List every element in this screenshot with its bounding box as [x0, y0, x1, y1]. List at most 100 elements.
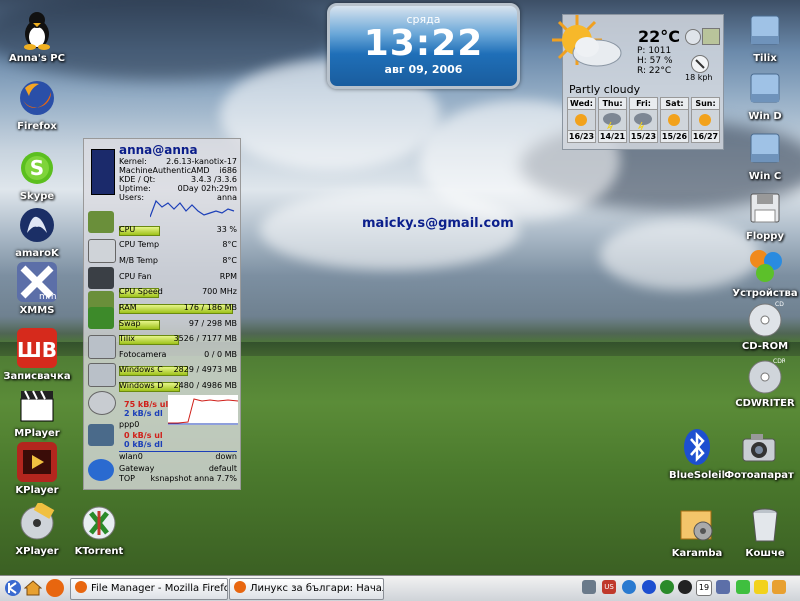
icon-label: Win D — [748, 111, 782, 122]
network-icon[interactable] — [582, 580, 596, 594]
desktop-icon-cdrom[interactable]: CD CD-ROM — [728, 298, 800, 352]
forecast-row: Wed: 16/23 Thu: 14/21 Fri: 15/23 Sat: 15… — [567, 97, 720, 143]
bluetooth-icon[interactable] — [642, 580, 656, 594]
desktop-icon-ktorrent[interactable]: KTorrent — [62, 503, 136, 557]
icon-label: MPlayer — [14, 428, 60, 439]
row-name: CPU Temp — [119, 240, 160, 249]
system-monitor-widget: anna@anna Kernel: 2.6.13-kanotix-17 Machi… — [83, 138, 241, 490]
sysmon-row-mb-temp: M/B Temp 8°C — [119, 256, 237, 267]
xmms-icon: mms — [17, 262, 62, 302]
desktop-icon-trash[interactable]: Кошче — [728, 505, 800, 559]
desktop-icon-amarok[interactable]: amaroK — [0, 205, 74, 259]
firefox-launcher-icon[interactable] — [46, 579, 64, 597]
network-card-icon — [88, 424, 114, 446]
keyboard-layout-indicator[interactable]: US — [602, 580, 616, 594]
weather-temp: 22°C — [638, 27, 681, 46]
sysmon-info-row: Uptime: 0Day 02h:29m — [119, 184, 237, 193]
kernel-label: Kernel: — [119, 157, 147, 166]
globe-icon — [88, 459, 114, 481]
taskbar-task[interactable]: Линукс за българи: Начало - Mozilla Fire… — [229, 578, 384, 600]
desktop-icon-tilix[interactable]: Tilix — [728, 10, 800, 64]
kde-menu-icon[interactable] — [4, 579, 22, 597]
desktop-icon-kplayer[interactable]: KPlayer — [0, 442, 74, 496]
row-value: RPM — [219, 272, 237, 281]
desktop-icon-win-d[interactable]: Win D — [728, 68, 800, 122]
weather-wind: 18 kph — [685, 73, 713, 82]
hard-drive-icon — [745, 10, 785, 50]
storm-icon — [629, 110, 658, 131]
desktop-icon-firefox[interactable]: Firefox — [0, 78, 74, 132]
trash-icon — [745, 505, 785, 545]
thermometer-icon — [88, 239, 116, 263]
desktop-icon-cdwriter[interactable]: CDR CDWRITER — [728, 355, 800, 409]
taskbar: File Manager - Mozilla Firefox Линукс за… — [0, 575, 800, 601]
hard-drive-icon — [88, 335, 116, 359]
klipper-icon[interactable] — [754, 580, 768, 594]
ppp-download: 2 kB/s dl — [124, 409, 163, 418]
weather-realfeel: R: 22°C — [637, 66, 672, 76]
icon-label: CD-ROM — [741, 341, 789, 352]
sysmon-row-cpu-fan: CPU Fan RPM — [119, 272, 237, 283]
calendar-tray-icon[interactable]: 19 — [696, 580, 712, 596]
kde-label: KDE / Qt: — [119, 175, 156, 184]
desktop-icon-floppy[interactable]: Floppy — [728, 188, 800, 242]
row-name: Fotocamera — [119, 350, 167, 359]
icon-label: CDWRITER — [735, 398, 795, 409]
weather-humidity: H: 57 % — [637, 56, 673, 66]
desktop-icon-camera[interactable]: Фотоапарат — [722, 427, 796, 481]
icon-label: Фотоапарат — [724, 470, 794, 481]
forecast-day-name: Fri: — [629, 97, 658, 110]
karamba-icon — [677, 505, 717, 545]
xmms-tray-icon[interactable] — [716, 580, 730, 594]
row-value: 0 / 0 MB — [204, 350, 237, 359]
desktop-icon-xmms[interactable]: mms XMMS — [0, 262, 74, 316]
top-row: TOP ksnapshot anna 7.7% — [119, 474, 237, 483]
sysmon-info-row: KDE / Qt: 3.4.3 /3.3.6 — [119, 175, 237, 184]
tray-number: 19 — [698, 583, 710, 592]
cpu-load-graph — [149, 197, 237, 219]
users-icon[interactable] — [772, 580, 786, 594]
devices-icon — [745, 245, 785, 285]
fan-icon — [88, 267, 114, 289]
ppp-name: ppp0 — [119, 420, 140, 429]
icon-label: Skype — [19, 191, 55, 202]
globe-icon[interactable] — [622, 580, 636, 594]
home-icon[interactable] — [23, 579, 43, 597]
desktop-email-text: maicky.s@gmail.com — [362, 216, 514, 231]
sysmon-info: Kernel: 2.6.13-kanotix-17 MachineAuthenti… — [119, 157, 237, 202]
skype-tray-icon[interactable] — [660, 580, 674, 594]
desktop-icon-win-c[interactable]: Win C — [728, 128, 800, 182]
svg-text:CDR: CDR — [773, 358, 785, 365]
weather-details: P: 1011 H: 57 % R: 22°C — [637, 46, 673, 76]
forecast-range: 16/23 — [567, 130, 596, 143]
skype-icon: S — [17, 148, 57, 188]
forecast-day-name: Sat: — [660, 97, 689, 110]
kde-value: 3.4.3 /3.3.6 — [191, 175, 237, 184]
top-value: ksnapshot anna 7.7% — [150, 474, 237, 483]
sysmon-row-fotocamera: Fotocamera 0 / 0 MB — [119, 350, 237, 361]
desktop-icon-devices[interactable]: Устройства — [728, 245, 800, 299]
gateway-label: Gateway — [119, 464, 155, 473]
wlan-download: 0 kB/s dl — [124, 440, 163, 449]
icon-label: Firefox — [17, 121, 57, 132]
icon-label: Karamba — [671, 548, 723, 559]
desktop-icon-annas-pc[interactable]: Anna's PC — [0, 10, 74, 64]
desktop-icon-skype[interactable]: S Skype — [0, 148, 74, 202]
sun-icon — [567, 110, 596, 130]
ktorrent-icon — [79, 503, 119, 543]
amarok-tray-icon[interactable] — [678, 580, 692, 594]
taskbar-task[interactable]: File Manager - Mozilla Firefox — [70, 578, 228, 600]
wlan-state: down — [215, 452, 237, 461]
lang-code: US — [604, 583, 614, 591]
desktop-icon-k3b[interactable]: ШB Записвачка — [0, 328, 74, 382]
sysmon-row-windows-c: Windows C 2829 / 4973 MB — [119, 365, 237, 376]
desktop-icon-karamba[interactable]: Karamba — [660, 505, 734, 559]
sysmon-row-cpu-speed: CPU Speed 700 MHz — [119, 287, 237, 298]
camera-icon — [739, 427, 779, 467]
task-label: File Manager - Mozilla Firefox — [91, 583, 228, 594]
battery-icon[interactable] — [736, 580, 750, 594]
users-label: Users: — [119, 193, 145, 202]
disc-player-icon — [17, 501, 57, 543]
floppy-icon — [745, 188, 785, 228]
desktop-icon-mplayer[interactable]: MPlayer — [0, 385, 74, 439]
